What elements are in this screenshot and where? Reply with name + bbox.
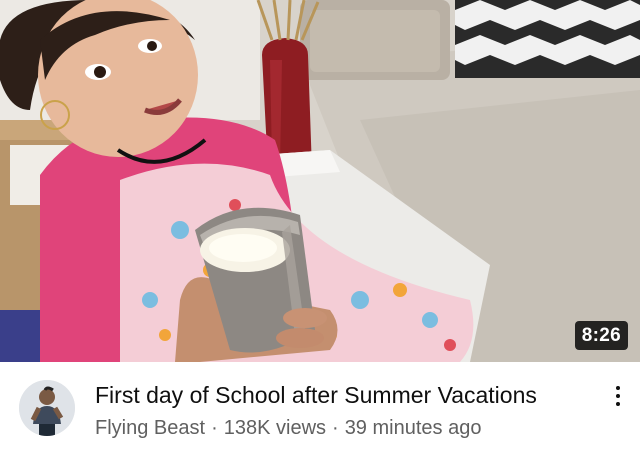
video-title[interactable]: First day of School after Summer Vacatio… bbox=[95, 381, 585, 409]
duration-badge: 8:26 bbox=[574, 321, 628, 350]
video-metadata: First day of School after Summer Vacatio… bbox=[0, 362, 640, 473]
thumbnail-image bbox=[0, 0, 640, 362]
channel-name[interactable]: Flying Beast bbox=[95, 417, 205, 439]
view-count: 138K views bbox=[223, 417, 327, 439]
menu-dot bbox=[616, 386, 620, 390]
video-thumbnail[interactable]: 8:26 bbox=[0, 0, 640, 362]
upload-age: 39 minutes ago bbox=[344, 417, 482, 439]
avatar-image bbox=[19, 380, 75, 436]
separator: · bbox=[211, 417, 218, 439]
menu-dot bbox=[616, 402, 620, 406]
video-card[interactable]: 8:26 First day of School after Summer Va… bbox=[0, 0, 640, 473]
channel-avatar[interactable] bbox=[19, 380, 75, 436]
video-subline: Flying Beast · 138K views · 39 minutes ago bbox=[95, 416, 585, 440]
more-vert-icon[interactable] bbox=[606, 378, 630, 414]
separator: · bbox=[332, 417, 339, 439]
menu-dot bbox=[616, 394, 620, 398]
